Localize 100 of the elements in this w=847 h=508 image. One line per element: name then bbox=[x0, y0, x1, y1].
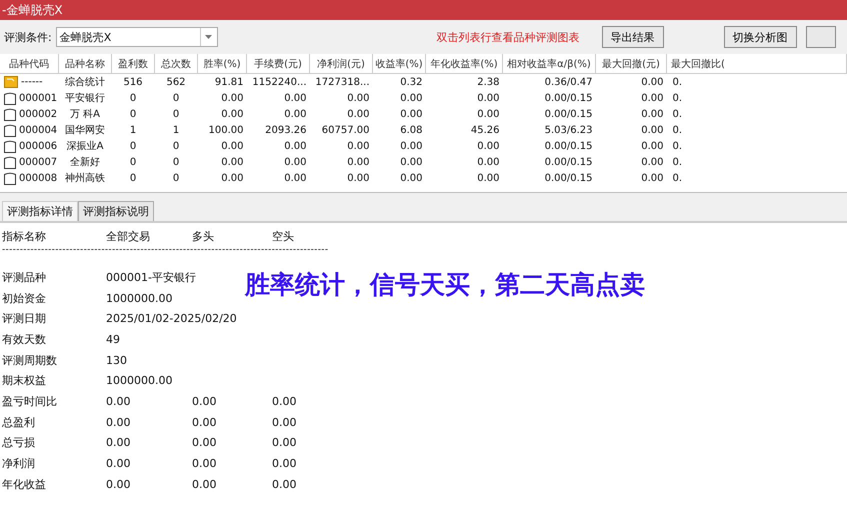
table-cell: 91.81 bbox=[198, 74, 246, 90]
metric-value: 0.00 bbox=[106, 478, 132, 491]
folder-icon bbox=[4, 76, 18, 88]
column-header: 最大回撤比( bbox=[666, 54, 846, 74]
condition-dropdown[interactable]: 金蝉脱壳X bbox=[56, 27, 218, 47]
table-cell: 000008 bbox=[0, 170, 58, 186]
table-cell-text: 0.00 bbox=[640, 156, 664, 170]
overlay-caption: 胜率统计，信号天买，第二天高点卖 bbox=[245, 269, 645, 301]
table-cell: 000004 bbox=[0, 122, 58, 138]
table-cell-text: 0. bbox=[672, 92, 684, 106]
metric-label: 评测品种 bbox=[2, 270, 47, 285]
metric-label: 评测周期数 bbox=[2, 352, 58, 368]
table-cell-text: 0 bbox=[172, 108, 180, 122]
document-icon bbox=[4, 92, 16, 104]
metric-value: 0.00 bbox=[106, 394, 132, 408]
metric-value: 0.00 bbox=[192, 394, 218, 408]
table-cell-text: 0.00 bbox=[346, 108, 370, 122]
metric-value: 1000000.00 bbox=[106, 374, 174, 388]
table-cell-text: 0.00 bbox=[640, 172, 664, 186]
metric-label: 盈亏时间比 bbox=[2, 394, 58, 409]
column-label: 多头 bbox=[192, 228, 215, 244]
document-icon bbox=[4, 156, 16, 168]
metric-value: 0.00 bbox=[192, 478, 218, 491]
table-cell: 1152240... bbox=[246, 74, 310, 90]
window-title: -金蝉脱壳X bbox=[2, 2, 63, 18]
table-cell-text: 0 bbox=[128, 156, 138, 170]
metric-value: 0.00 bbox=[192, 457, 218, 470]
table-cell-text: 0.00 bbox=[476, 156, 500, 170]
table-cell-text: 0.00 bbox=[220, 92, 244, 106]
table-cell-text: 60757.00 bbox=[320, 124, 370, 138]
table-cell: ------ bbox=[0, 74, 58, 90]
table-cell-text: 深振业A bbox=[66, 140, 104, 154]
table-cell-text: 0.00 bbox=[399, 156, 424, 170]
table-cell-text: 0.00/0.15 bbox=[544, 92, 594, 106]
document-icon bbox=[4, 140, 16, 152]
table-cell-text: 0 bbox=[172, 92, 180, 106]
column-header: 相对收益率α/β(%) bbox=[502, 54, 596, 74]
table-cell-text: 1 bbox=[128, 124, 138, 138]
table-cell-text: 万 科A bbox=[68, 108, 102, 122]
column-header: 品种代码 bbox=[0, 54, 58, 74]
table-cell-text: 0.00 bbox=[220, 108, 244, 122]
table-cell-text: 0.00/0.15 bbox=[544, 108, 594, 122]
table-cell-text: 0.00 bbox=[283, 92, 308, 106]
column-header: 手续费(元) bbox=[246, 54, 310, 74]
table-cell-text: 0.00 bbox=[346, 92, 370, 106]
metric-value: 0.00 bbox=[106, 416, 132, 429]
table-cell-text: 0.00 bbox=[346, 172, 370, 186]
toolbar-button[interactable]: 切换分析图 bbox=[724, 26, 797, 48]
tab[interactable]: 评测指标详情 bbox=[2, 201, 78, 221]
table-cell-text: 0 bbox=[172, 140, 180, 154]
table-cell-text: 0.00 bbox=[640, 140, 664, 154]
metric-value: 0.00 bbox=[272, 436, 298, 450]
caret-icon bbox=[205, 35, 212, 39]
metric-value: 1000000.00 bbox=[106, 292, 174, 305]
document-icon bbox=[4, 172, 16, 184]
cut-off-button[interactable] bbox=[806, 26, 836, 48]
table-cell: 000006 bbox=[0, 138, 58, 154]
metric-label: 总盈利 bbox=[2, 414, 36, 430]
table-cell: 0. bbox=[666, 74, 846, 90]
table-cell-text: 0.00 bbox=[346, 156, 370, 170]
table-cell-text: 0.00 bbox=[399, 172, 424, 186]
metric-value: 0.00 bbox=[272, 457, 298, 470]
table-cell-text: 0.00 bbox=[640, 108, 664, 122]
table-cell-text: 0. bbox=[672, 172, 684, 186]
tab[interactable]: 评测指标说明 bbox=[78, 201, 154, 221]
table-cell: 000007 bbox=[0, 154, 58, 170]
metric-value: 0.00 bbox=[192, 416, 218, 429]
metric-value: 0.00 bbox=[106, 457, 132, 470]
metric-value: 0.00 bbox=[192, 436, 218, 450]
metric-label: 初始资金 bbox=[2, 290, 47, 306]
metric-value: 49 bbox=[106, 332, 121, 346]
metric-label: 净利润 bbox=[2, 456, 36, 472]
dashed-divider: -------------------------------------------------------------------------------------------- bbox=[2, 245, 330, 257]
table-cell-text: 0 bbox=[172, 172, 180, 186]
column-header: 最大回撤(元) bbox=[596, 54, 666, 74]
table-cell-text: 国华网安 bbox=[64, 124, 106, 138]
table-cell-text: 0.00 bbox=[640, 92, 664, 106]
column-header: 盈利数 bbox=[112, 54, 154, 74]
table-cell: 0.32 bbox=[372, 74, 426, 90]
table-cell-text: 0.00 bbox=[476, 92, 500, 106]
table-cell-text: 0.00 bbox=[283, 140, 308, 154]
table-cell-text: 0 bbox=[128, 172, 138, 186]
table-cell-text: 0. bbox=[672, 108, 684, 122]
hint-text: 双击列表行查看品种评测图表 bbox=[436, 30, 580, 44]
metric-value: 0.00 bbox=[272, 478, 298, 491]
table-cell: 2.38 bbox=[426, 74, 502, 90]
metric-label: 有效天数 bbox=[2, 332, 47, 347]
toolbar-button[interactable]: 导出结果 bbox=[602, 26, 664, 48]
table-cell: 562 bbox=[154, 74, 198, 90]
table-cell: 1727318... bbox=[310, 74, 372, 90]
column-label: 全部交易 bbox=[106, 228, 151, 244]
column-header: 年化收益率(%) bbox=[426, 54, 502, 74]
table-cell-text: 神州高铁 bbox=[64, 172, 106, 186]
table-cell-text: 0.00 bbox=[220, 156, 244, 170]
table-cell: 0.36/0.47 bbox=[502, 74, 596, 90]
table-cell-text: 0.00 bbox=[283, 108, 308, 122]
table-cell-text: 0.00 bbox=[283, 172, 308, 186]
table-cell-text: 5.03/6.23 bbox=[544, 124, 594, 138]
table-cell-text: 0 bbox=[172, 156, 180, 170]
table-cell-text: 1 bbox=[172, 124, 180, 138]
